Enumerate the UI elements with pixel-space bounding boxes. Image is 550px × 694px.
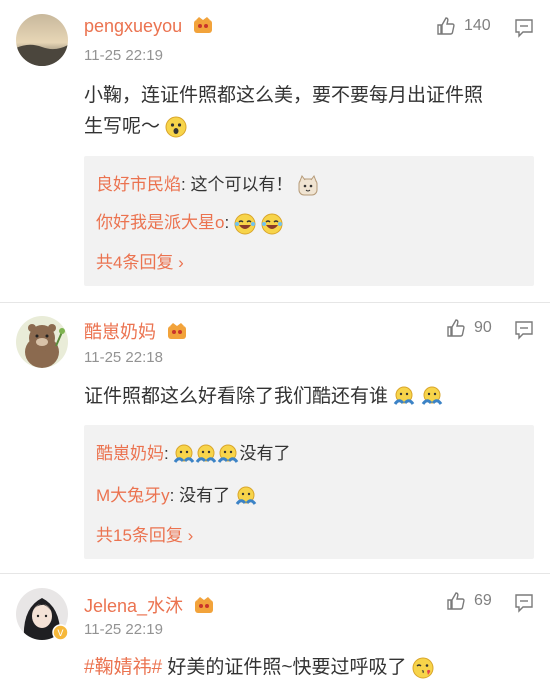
reply-username[interactable]: 你好我是派大星o (96, 213, 224, 232)
username[interactable]: Jelena_水沐 (84, 592, 214, 618)
hugging-emoji (174, 444, 195, 463)
vip-crown-icon (194, 17, 213, 33)
hugging-emoji (394, 386, 415, 405)
comment-time: 11-25 22:19 (84, 47, 163, 64)
comment-text: #鞠婧祎# 好美的证件照~快要过呼吸了 (84, 652, 530, 683)
avatar[interactable] (16, 14, 68, 66)
comment-text: 证件照都这么好看除了我们酷还有谁 (84, 381, 530, 412)
comment-time: 11-25 22:18 (84, 349, 163, 366)
hugging-emoji (421, 386, 442, 405)
scared-emoji (165, 116, 187, 138)
like-button[interactable]: 90 (446, 318, 492, 338)
laughing-emoji (261, 213, 283, 235)
like-button[interactable]: 69 (446, 591, 492, 611)
hugging-emoji (196, 444, 217, 463)
like-button[interactable]: 140 (436, 16, 491, 36)
reply-username[interactable]: 良好市民焰 (96, 175, 181, 194)
reply-box: 酷崽奶妈: 没有了 M大兔牙y: 没有了 共15条回复 › (84, 425, 534, 559)
comment-2: 酷崽奶妈 11-25 22:18 90 证件照都这么好看除了我们酷还有谁 酷崽奶… (0, 303, 550, 573)
comment-1: pengxueyou 11-25 22:19 140 小鞠，连证件照都这么美，要… (0, 0, 550, 300)
thumbs-up-icon (437, 17, 455, 35)
hashtag-link[interactable]: #鞠婧祎# (84, 657, 162, 678)
comment-icon[interactable] (514, 18, 534, 38)
svg-text:V: V (57, 629, 64, 639)
username[interactable]: 酷崽奶妈 (84, 318, 187, 344)
comment-text: 小鞠，连证件照都这么美，要不要每月出证件照 生写呢～ (84, 85, 484, 138)
like-count: 90 (474, 319, 492, 336)
reply-line: 良好市民焰: 这个可以有！ (96, 170, 319, 197)
thumbs-up-icon (447, 592, 465, 610)
cat-emoji (298, 174, 318, 196)
reply-box: 良好市民焰: 这个可以有！ 你好我是派大星o: 共4条回复 › (84, 156, 534, 286)
like-count: 140 (464, 17, 491, 34)
reply-line: 你好我是派大星o: (96, 208, 283, 235)
reply-username[interactable]: 酷崽奶妈 (96, 444, 164, 463)
avatar[interactable] (16, 316, 68, 368)
like-count: 69 (474, 592, 492, 609)
username[interactable]: pengxueyou (84, 16, 213, 37)
hugging-emoji (218, 444, 239, 463)
comment-icon[interactable] (514, 320, 534, 340)
comment-icon[interactable] (514, 593, 534, 613)
comment-3: V Jelena_水沐 11-25 22:19 69 #鞠婧祎# 好美的证件照~… (0, 574, 550, 694)
reply-line: 酷崽奶妈: 没有了 (96, 439, 290, 466)
vip-crown-icon (168, 323, 187, 339)
kiss-emoji (412, 657, 434, 679)
hugging-emoji (235, 486, 257, 505)
vip-crown-icon (195, 597, 214, 613)
more-replies-link[interactable]: 共15条回复 › (96, 521, 193, 546)
comment-time: 11-25 22:19 (84, 621, 163, 638)
verified-badge-icon: V (52, 624, 69, 641)
laughing-emoji (234, 213, 256, 235)
thumbs-up-icon (447, 319, 465, 337)
reply-username[interactable]: M大兔牙y (96, 486, 170, 505)
reply-line: M大兔牙y: 没有了 (96, 481, 257, 508)
more-replies-link[interactable]: 共4条回复 › (96, 248, 184, 273)
